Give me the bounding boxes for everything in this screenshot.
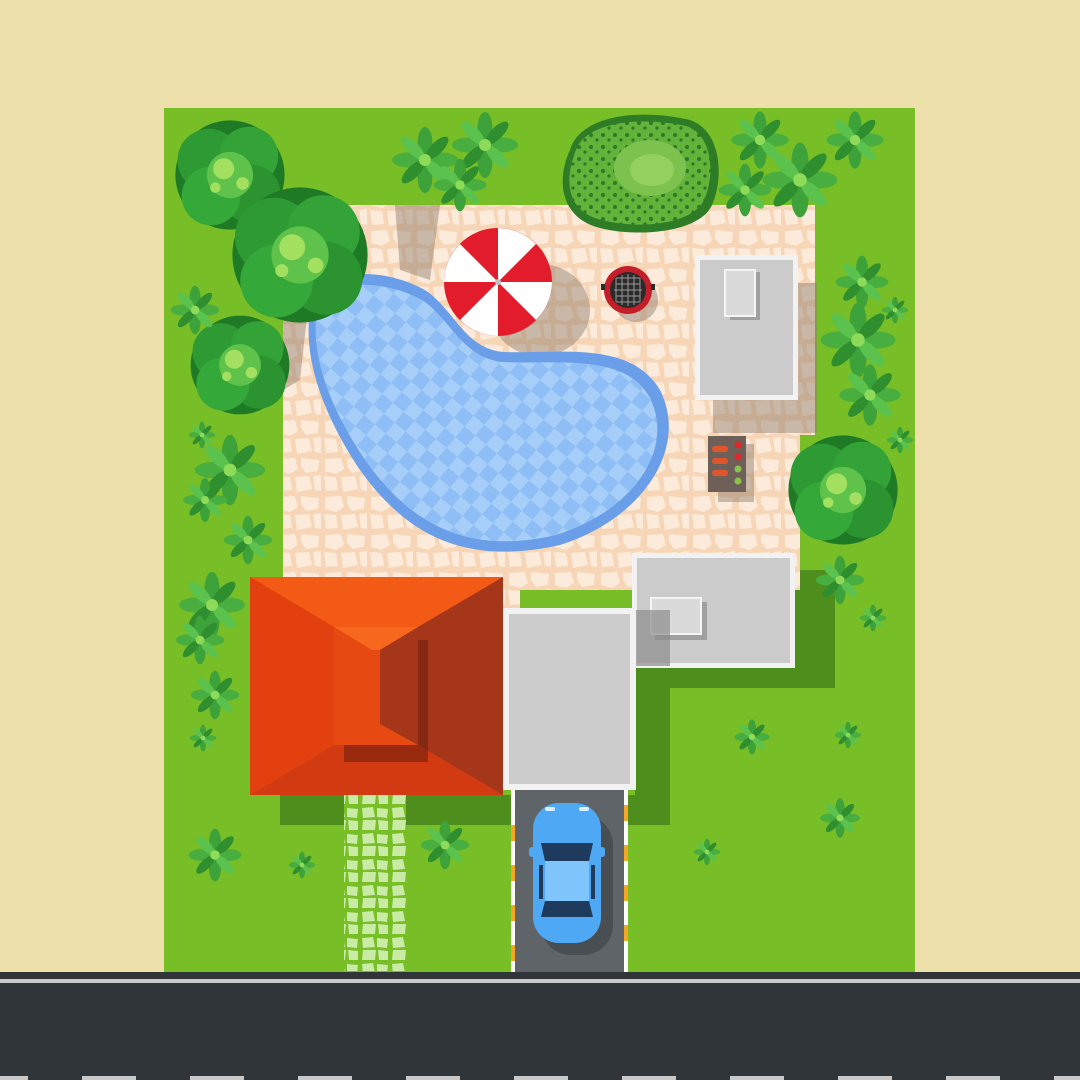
tree-east <box>788 435 898 545</box>
road <box>0 972 1080 1080</box>
bbq-skewer-grill <box>708 436 746 492</box>
beach-umbrella <box>444 228 552 336</box>
outbuilding-east <box>632 553 795 668</box>
stone-path <box>344 795 406 971</box>
car <box>529 803 613 955</box>
yard-top-view <box>0 0 1080 1080</box>
house-roof <box>250 577 503 795</box>
outbuilding-north <box>695 255 798 400</box>
garage <box>503 608 636 790</box>
hedge <box>562 114 719 233</box>
